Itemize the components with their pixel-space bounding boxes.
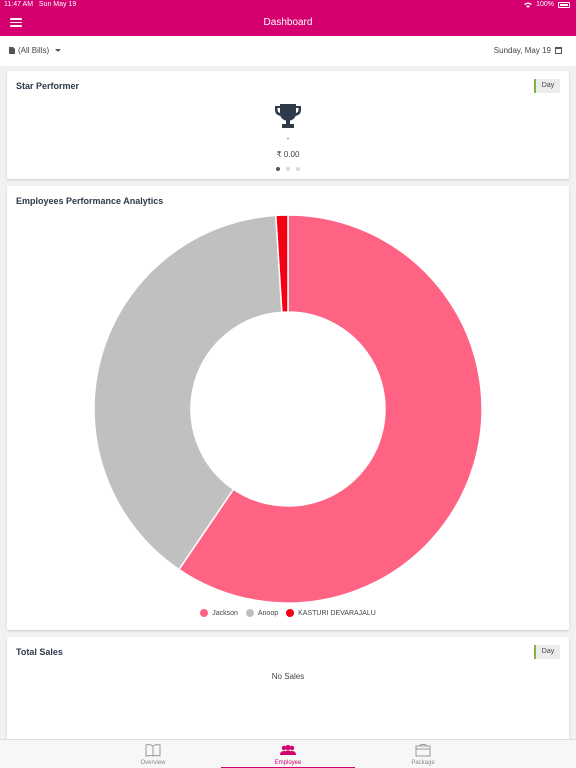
chart-legend: Jackson Anoop KASTURI DEVARAJALU	[7, 609, 569, 617]
status-right: 100%	[524, 1, 570, 8]
performance-analytics-card: Employees Performance Analytics Jackson A…	[7, 186, 569, 630]
tab-bar: Overview Employee Package	[0, 739, 576, 768]
calendar-icon	[555, 47, 562, 54]
page-dot[interactable]	[276, 167, 280, 171]
star-performer-amount: ₹ 0.00	[276, 150, 300, 159]
page-dot[interactable]	[286, 167, 290, 171]
legend-label: KASTURI DEVARAJALU	[298, 609, 376, 617]
page-indicator[interactable]	[7, 167, 569, 171]
legend-swatch	[286, 609, 295, 617]
performance-donut-chart	[93, 214, 483, 604]
total-sales-title: Total Sales	[16, 647, 63, 657]
status-bar: 11:47 AM Sun May 19 100%	[0, 0, 576, 10]
package-icon	[415, 744, 431, 757]
trophy-icon	[275, 104, 301, 128]
bills-filter-label: (All Bills)	[18, 46, 50, 55]
chevron-down-icon	[55, 49, 62, 52]
legend-label: Jackson	[212, 609, 238, 617]
tab-employee-label: Employee	[274, 760, 302, 766]
wifi-icon	[524, 2, 533, 8]
page-title: Dashboard	[263, 17, 313, 28]
status-time: 11:47 AM	[4, 1, 34, 8]
book-icon	[145, 744, 161, 757]
legend-label: Anoop	[257, 609, 279, 617]
legend-swatch	[200, 609, 209, 617]
total-sales-period-button[interactable]: Day	[534, 645, 560, 659]
tab-employee[interactable]: Employee	[221, 740, 355, 768]
total-sales-card: Total Sales Day No Sales	[7, 637, 569, 739]
date-selector[interactable]: Sunday, May 19	[494, 46, 562, 55]
people-icon	[280, 744, 296, 755]
status-date: Sun May 19	[38, 1, 77, 8]
no-sales-text: No Sales	[271, 672, 305, 681]
battery-icon	[558, 1, 570, 8]
status-time-date: 11:47 AM Sun May 19	[4, 1, 76, 8]
legend-item[interactable]: KASTURI DEVARAJALU	[286, 609, 376, 617]
star-performer-card: Star Performer Day - ₹ 0.00	[7, 71, 569, 179]
star-performer-name: -	[286, 134, 290, 143]
tab-overview[interactable]: Overview	[86, 740, 220, 768]
date-label: Sunday, May 19	[493, 46, 551, 55]
battery-percent: 100%	[536, 1, 554, 8]
legend-item[interactable]: Jackson	[200, 609, 238, 617]
navbar: Dashboard	[0, 10, 576, 36]
star-performer-period-button[interactable]: Day	[534, 79, 560, 93]
star-performer-title: Star Performer	[16, 81, 80, 91]
legend-item[interactable]: Anoop	[245, 609, 279, 617]
tab-overview-label: Overview	[140, 760, 166, 766]
bills-filter[interactable]: (All Bills)	[9, 46, 62, 55]
page-dot[interactable]	[296, 167, 300, 171]
legend-swatch	[245, 609, 254, 617]
tab-package[interactable]: Package	[356, 740, 490, 768]
tab-package-label: Package	[411, 760, 435, 766]
filter-bar: (All Bills) Sunday, May 19	[0, 36, 576, 66]
document-icon	[9, 47, 15, 54]
